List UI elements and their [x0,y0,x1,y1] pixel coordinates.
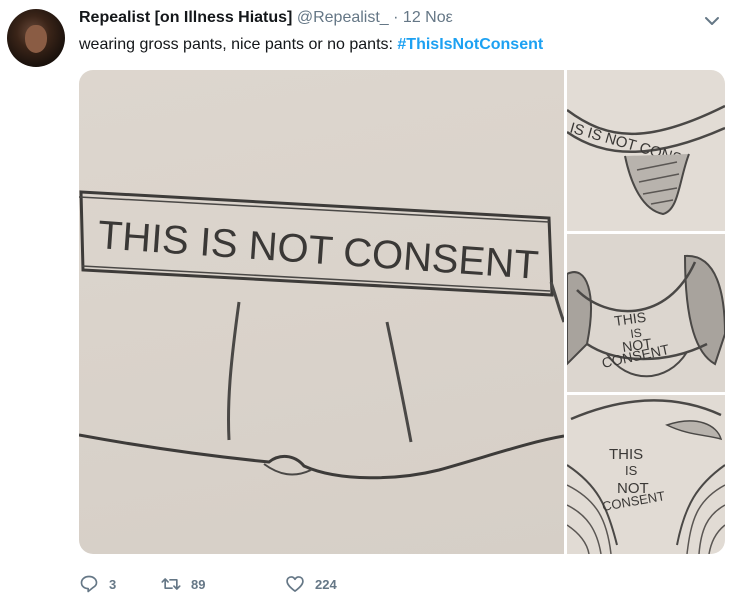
retweet-icon [161,578,181,590]
lace-text-line1: THIS [613,309,647,329]
hashtag-link[interactable]: #ThisIsNotConsent [397,36,543,53]
boxers-drawing: THIS IS NOT CONSENT [79,190,564,480]
retweet-button[interactable]: 89 [161,572,205,596]
media-image-lace[interactable]: THIS IS NOT CONSENT [567,234,725,392]
striped-text-line1: THIS [609,446,643,463]
thong-drawing: IS IS NOT CONS [567,104,725,216]
like-count: 224 [315,576,337,592]
media-image-main[interactable]: THIS IS NOT CONSENT [79,70,564,554]
tweet-text: wearing gross pants, nice pants or no pa… [79,36,543,54]
media-image-thong[interactable]: IS IS NOT CONS [567,70,725,231]
tweet-header: Repealist [on Illness Hiatus] @Repealist… [79,9,695,31]
retweet-count: 89 [191,576,206,592]
user-handle[interactable]: @Repealist_ [297,9,389,26]
waistband-text: THIS IS NOT CONSENT [96,213,540,288]
tweet-text-body: wearing gross pants, nice pants or no pa… [79,36,398,53]
lace-drawing: THIS IS NOT CONSENT [567,254,725,378]
reply-icon [80,575,98,593]
display-name[interactable]: Repealist [on Illness Hiatus] [79,9,292,26]
media-image-striped[interactable]: THIS IS NOT CONSENT [567,395,725,554]
like-button[interactable]: 224 [285,572,337,596]
media-grid[interactable]: THIS IS NOT CONSENT IS IS NOT CONS THIS [79,70,725,554]
reply-button[interactable]: 3 [79,572,116,596]
striped-text-line2: IS [625,463,638,478]
tweet-date[interactable]: 12 Noε [403,9,453,26]
separator-dot: · [393,9,399,26]
avatar[interactable] [7,9,65,67]
chevron-down-icon[interactable] [703,12,721,30]
heart-icon [286,576,304,592]
reply-count: 3 [109,576,117,592]
striped-drawing: THIS IS NOT CONSENT [567,399,725,554]
